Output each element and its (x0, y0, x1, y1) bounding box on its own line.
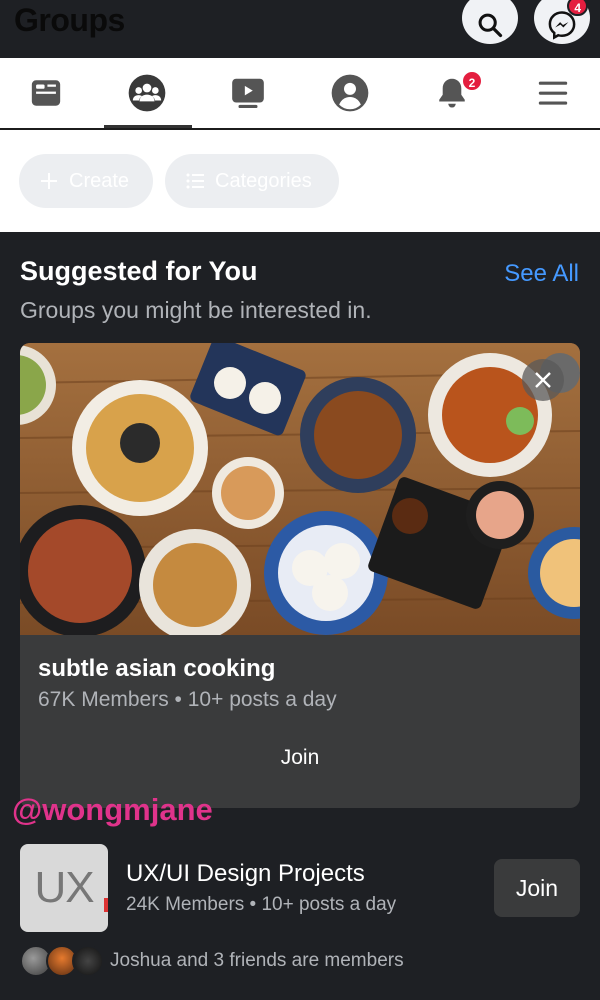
tab-menu[interactable] (508, 58, 598, 128)
hamburger-icon (538, 81, 568, 105)
join-button[interactable]: Join (20, 733, 580, 783)
search-button[interactable] (462, 0, 518, 44)
see-all-link[interactable]: See All (504, 260, 579, 288)
groups-icon (128, 74, 166, 112)
close-icon (535, 372, 551, 388)
friends-members-text: Joshua and 3 friends are members (110, 950, 404, 971)
messenger-badge: 4 (567, 0, 588, 16)
suggested-group-card[interactable]: subtle asian cooking 67K Members • 10+ p… (20, 343, 580, 808)
top-header: Groups 4 (0, 0, 600, 58)
dismiss-button[interactable] (522, 359, 564, 401)
page-title: Groups (14, 2, 125, 38)
group-row-join-button[interactable]: Join (494, 859, 580, 917)
tab-profile[interactable] (305, 58, 395, 128)
messenger-button[interactable]: 4 (534, 0, 590, 44)
tab-watch[interactable] (203, 58, 293, 128)
search-icon (478, 13, 503, 38)
tab-bar: 2 (0, 58, 600, 130)
tab-groups[interactable] (102, 58, 192, 128)
categories-button[interactable]: Categories (165, 154, 339, 208)
create-label: Create (69, 169, 130, 192)
group-row-meta: 24K Members • 10+ posts a day (126, 894, 397, 915)
video-icon (232, 78, 264, 109)
notifications-badge: 2 (461, 70, 483, 92)
watermark: @wongmjane (12, 792, 213, 827)
group-name[interactable]: subtle asian cooking (38, 655, 275, 683)
tab-notifications[interactable]: 2 (407, 58, 497, 128)
friend-avatars (20, 945, 104, 979)
list-icon (185, 171, 205, 191)
feed-icon (31, 80, 61, 106)
section-title: Suggested for You (20, 256, 258, 286)
tab-news-feed[interactable] (1, 58, 91, 128)
create-button[interactable]: Create (19, 154, 153, 208)
plus-icon (39, 171, 59, 191)
thumbnail-text: UX (34, 863, 94, 912)
section-subtitle: Groups you might be interested in. (20, 297, 372, 323)
group-row-name[interactable]: UX/UI Design Projects (126, 860, 365, 888)
categories-label: Categories (215, 169, 312, 192)
group-thumbnail[interactable]: UX (20, 844, 108, 932)
group-meta: 67K Members • 10+ posts a day (38, 688, 337, 711)
profile-icon (331, 74, 369, 112)
thumbnail-accent (104, 898, 108, 912)
group-cover-photo[interactable] (20, 343, 580, 635)
group-actions: Create Categories (0, 130, 600, 232)
avatar (72, 945, 104, 977)
